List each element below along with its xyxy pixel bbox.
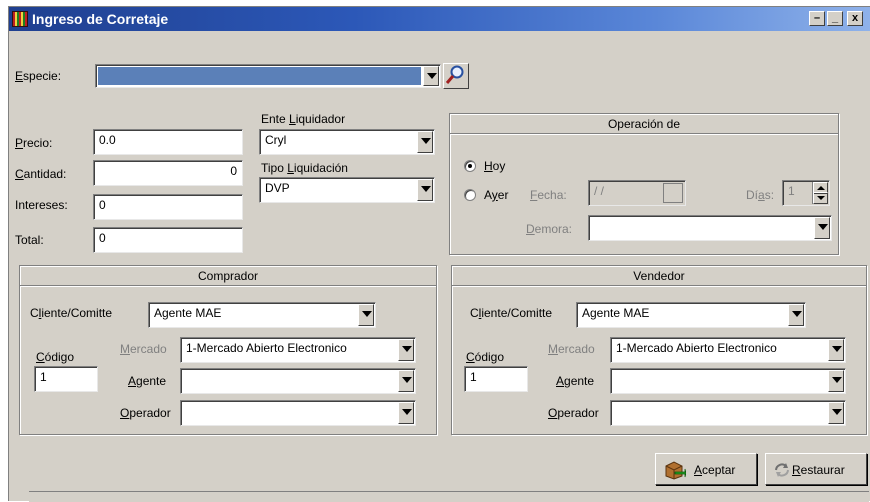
comprador-mercado-dropdown-button[interactable] — [398, 339, 414, 361]
aceptar-button[interactable]: Aceptar — [655, 453, 757, 485]
demora-label: Demora: — [526, 222, 573, 236]
comprador-operador-select[interactable] — [180, 400, 416, 426]
tipo-liquidacion-dropdown-button[interactable] — [417, 179, 433, 201]
ente-liquidador-label: Ente Liquidador — [261, 112, 346, 126]
corretaje-window: Ingreso de Corretaje – _ x Especie: Prec… — [8, 6, 870, 502]
especie-select[interactable] — [95, 64, 441, 88]
comprador-agente-label: Agente — [128, 374, 167, 388]
ayer-radio[interactable] — [464, 189, 476, 201]
aceptar-label: Aceptar — [694, 463, 736, 477]
especie-selection-highlight — [98, 67, 421, 85]
comprador-mercado-value: 1-Mercado Abierto Electronico — [186, 341, 347, 355]
window-title: Ingreso de Corretaje — [32, 11, 169, 27]
hoy-radio[interactable] — [464, 160, 476, 172]
vendedor-cliente-label: Cliente/Comitte — [470, 306, 553, 320]
demora-select[interactable] — [588, 215, 832, 241]
intereses-label: Intereses: — [15, 198, 68, 212]
comprador-codigo-field[interactable]: 1 — [34, 366, 98, 392]
horizontal-scrollbar[interactable] — [29, 491, 869, 502]
magnifier-icon — [445, 65, 464, 84]
vendedor-codigo-field[interactable]: 1 — [464, 366, 528, 392]
comprador-cliente-value: Agente MAE — [154, 306, 222, 320]
vendedor-codigo-label: Código — [466, 350, 505, 364]
vendedor-mercado-dropdown-button[interactable] — [828, 339, 844, 361]
vendedor-agente-dropdown-button[interactable] — [828, 370, 844, 392]
precio-field[interactable]: 0.0 — [93, 129, 243, 155]
operacion-group: Operación de Hoy Ayer Fecha: / / Días: 1… — [449, 113, 839, 255]
vendedor-cliente-select[interactable]: Agente MAE — [576, 302, 806, 328]
tipo-liquidacion-select[interactable]: DVP — [259, 177, 435, 203]
vendedor-cliente-value: Agente MAE — [582, 306, 650, 320]
comprador-operador-dropdown-button[interactable] — [398, 402, 414, 424]
cantidad-field[interactable]: 0 — [93, 160, 243, 186]
vendedor-operador-dropdown-button[interactable] — [828, 402, 844, 424]
intereses-field[interactable]: 0 — [93, 194, 243, 220]
fecha-field[interactable]: / / — [588, 180, 686, 206]
especie-dropdown-button[interactable] — [423, 66, 439, 86]
tipo-liquidacion-value: DVP — [265, 181, 290, 195]
operacion-group-title: Operación de — [450, 114, 838, 134]
dias-spinner[interactable]: 1 — [782, 180, 830, 206]
demora-dropdown-button[interactable] — [814, 217, 830, 239]
vendedor-group: Vendedor Cliente/Comitte Agente MAE Códi… — [451, 265, 867, 435]
comprador-group: Comprador Cliente/Comitte Agente MAE Cód… — [19, 265, 437, 435]
minimize-button[interactable]: _ — [827, 11, 843, 26]
restore-button[interactable]: – — [809, 11, 825, 26]
hoy-label[interactable]: Hoy — [484, 159, 505, 173]
fecha-value: / / — [594, 184, 605, 198]
total-label: Total: — [15, 233, 44, 247]
restore-arrows-icon — [775, 463, 789, 477]
dias-label: Días: — [746, 188, 775, 202]
accept-box-icon — [665, 461, 686, 480]
ente-liquidador-value: Cryl — [265, 133, 287, 147]
comprador-cliente-label: Cliente/Comitte — [30, 306, 113, 320]
dias-value: 1 — [788, 184, 795, 198]
dias-spin-buttons[interactable] — [812, 182, 828, 204]
restaurar-button[interactable]: Restaurar — [765, 453, 867, 485]
close-button[interactable]: x — [847, 11, 863, 26]
dias-down-icon[interactable] — [813, 192, 828, 204]
vendedor-agente-label: Agente — [556, 374, 595, 388]
vendedor-mercado-value: 1-Mercado Abierto Electronico — [616, 341, 777, 355]
total-field[interactable]: 0 — [93, 227, 243, 253]
vendedor-agente-select[interactable] — [610, 368, 846, 394]
search-button[interactable] — [443, 63, 469, 89]
comprador-agente-dropdown-button[interactable] — [398, 370, 414, 392]
precio-label: Precio: — [15, 136, 53, 150]
comprador-cliente-select[interactable]: Agente MAE — [148, 302, 376, 328]
calendar-button[interactable] — [663, 183, 683, 203]
comprador-operador-label: Operador — [120, 406, 171, 420]
comprador-mercado-label: Mercado — [120, 342, 167, 356]
comprador-group-title: Comprador — [20, 266, 436, 286]
comprador-agente-select[interactable] — [180, 368, 416, 394]
vendedor-cliente-dropdown-button[interactable] — [788, 304, 804, 326]
app-grid-icon — [12, 11, 28, 27]
fecha-label: Fecha: — [530, 188, 567, 202]
ente-liquidador-select[interactable]: Cryl — [259, 129, 435, 155]
restaurar-label: Restaurar — [792, 463, 845, 477]
comprador-cliente-dropdown-button[interactable] — [358, 304, 374, 326]
ente-liquidador-dropdown-button[interactable] — [417, 131, 433, 153]
title-bar[interactable]: Ingreso de Corretaje – _ x — [9, 7, 870, 31]
vendedor-group-title: Vendedor — [452, 266, 866, 286]
vendedor-mercado-label: Mercado — [548, 342, 595, 356]
comprador-codigo-label: Código — [36, 350, 75, 364]
vendedor-operador-label: Operador — [548, 406, 599, 420]
ayer-label[interactable]: Ayer — [484, 188, 508, 202]
cantidad-label: Cantidad: — [15, 167, 67, 181]
especie-label: Especie: — [15, 69, 62, 83]
tipo-liquidacion-label: Tipo Liquidación — [261, 161, 348, 175]
vendedor-mercado-select[interactable]: 1-Mercado Abierto Electronico — [610, 337, 846, 363]
vendedor-operador-select[interactable] — [610, 400, 846, 426]
comprador-mercado-select[interactable]: 1-Mercado Abierto Electronico — [180, 337, 416, 363]
